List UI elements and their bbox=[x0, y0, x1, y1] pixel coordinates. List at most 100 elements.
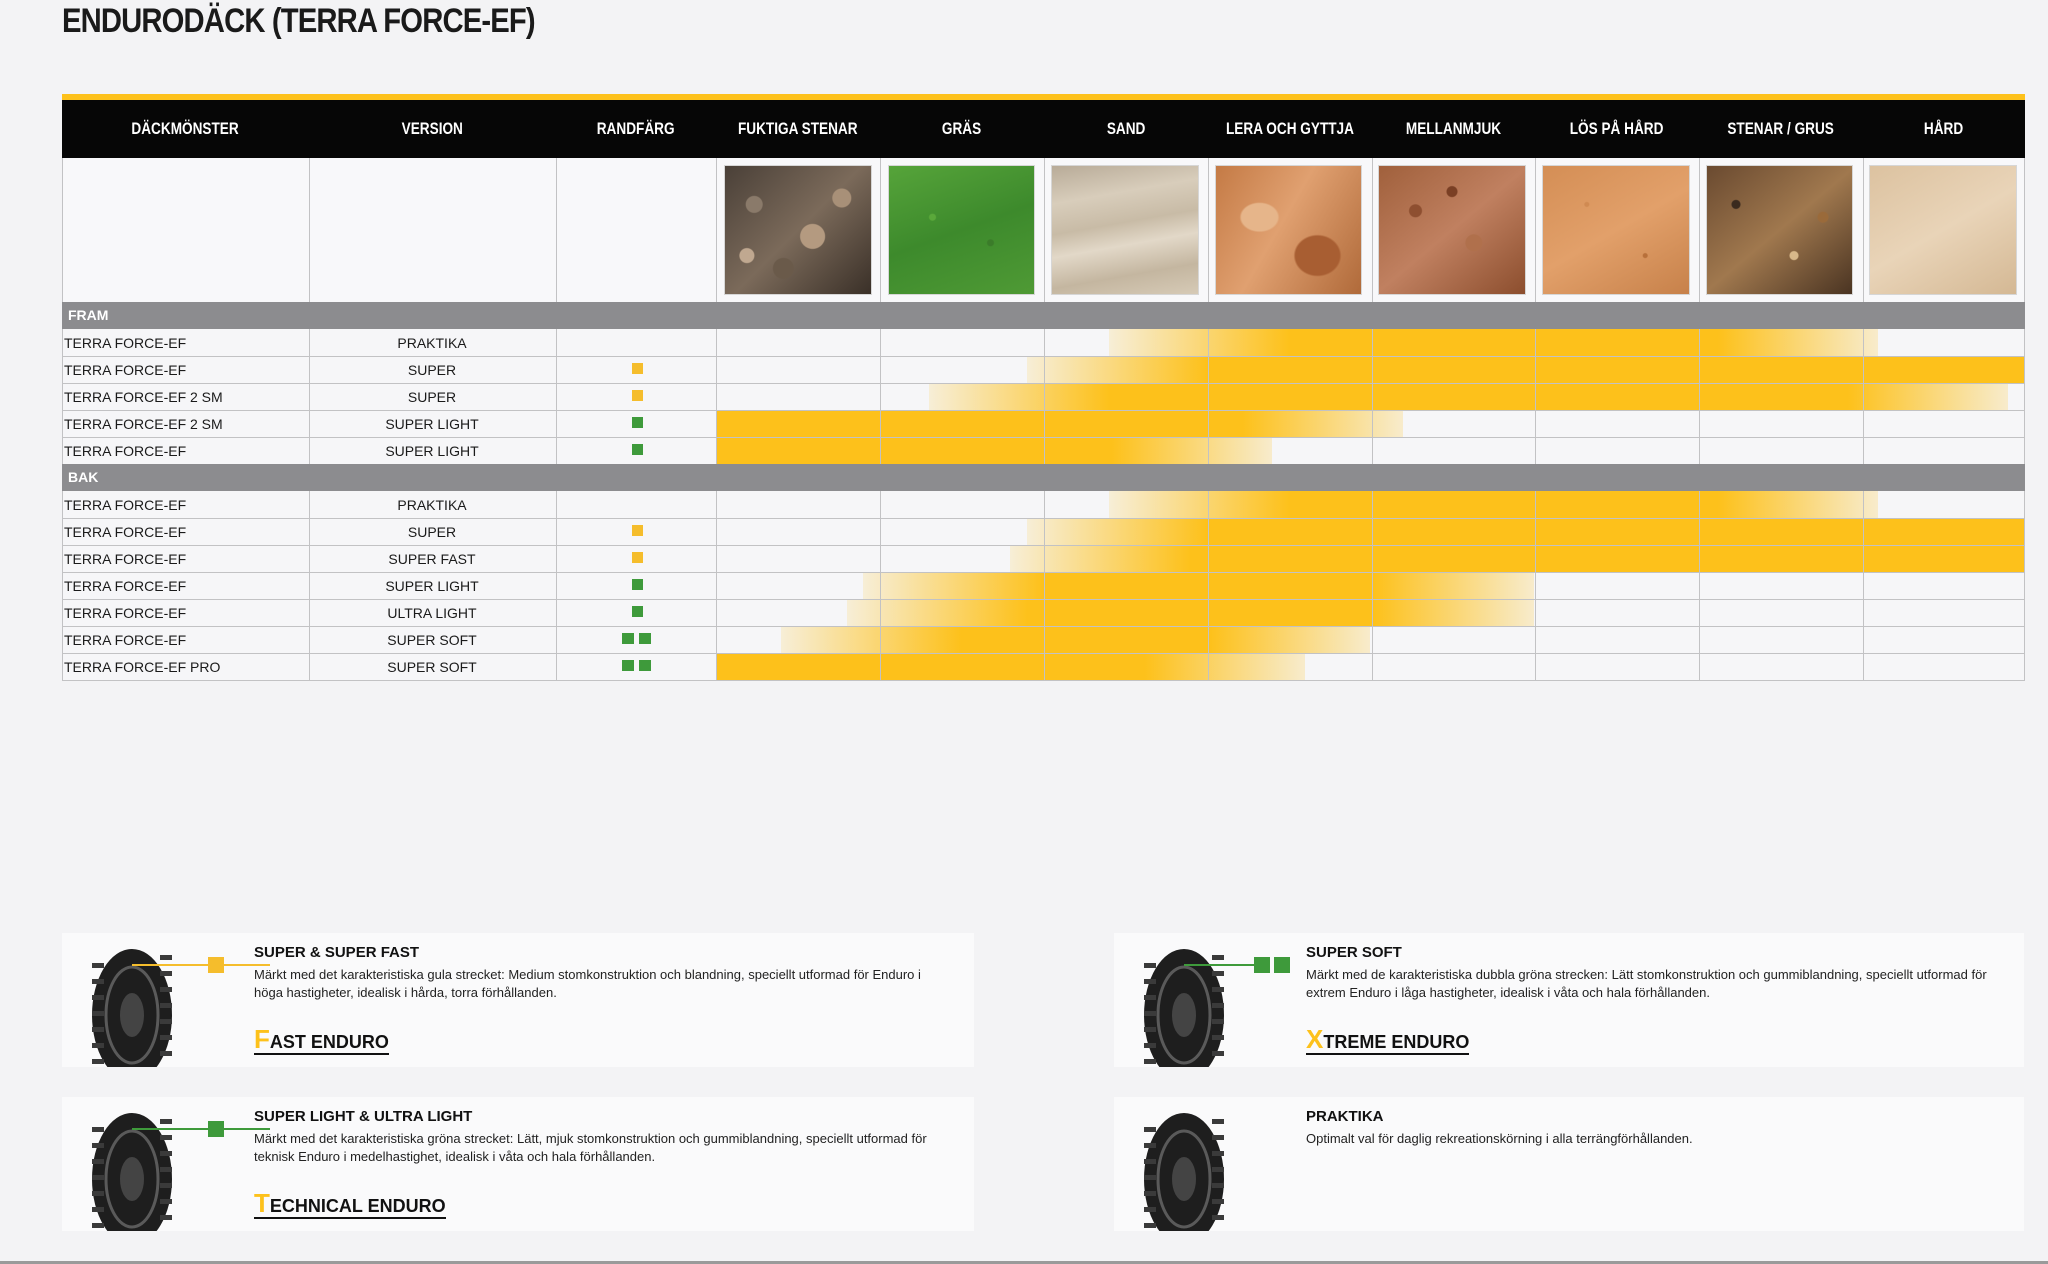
legend-category: FAST ENDURO bbox=[254, 1026, 389, 1055]
rim-color-marker-green bbox=[208, 1121, 224, 1137]
rim-color-marker-yellow bbox=[632, 525, 643, 536]
section-header-fram: FRAM bbox=[62, 302, 2025, 329]
row-tyre-name: TERRA FORCE-EF bbox=[64, 524, 187, 540]
legend-card-super-soft: SUPER SOFT Märkt med de karakteristiska d… bbox=[1114, 933, 2024, 1067]
rim-color-marker-green bbox=[632, 579, 643, 590]
medium-soft-soil-image bbox=[1378, 165, 1526, 295]
column-header-label: FUKTIGA STENAR bbox=[738, 119, 858, 138]
column-divider bbox=[1863, 329, 1864, 680]
rim-color-marker-yellow bbox=[632, 552, 643, 563]
column-header-label: SAND bbox=[1106, 119, 1146, 138]
column-divider bbox=[1372, 329, 1373, 680]
section-header-bak: BAK bbox=[62, 464, 2025, 491]
category-initial: T bbox=[254, 1188, 270, 1218]
column-header-label: HÅRD bbox=[1924, 119, 1964, 138]
category-label: TREME ENDURO bbox=[1323, 1032, 1470, 1052]
rim-color-marker-yellow bbox=[632, 363, 643, 374]
legend-title: SUPER & SUPER FAST bbox=[254, 944, 420, 961]
rim-line bbox=[132, 1128, 270, 1130]
column-divider bbox=[1535, 329, 1536, 680]
column-divider bbox=[62, 158, 63, 302]
legend-title: PRAKTIKA bbox=[1306, 1108, 1384, 1125]
wet-rocks-image bbox=[724, 165, 872, 295]
column-divider bbox=[716, 329, 717, 680]
column-header-5: SAND bbox=[1044, 100, 1208, 158]
column-divider bbox=[309, 158, 310, 302]
rim-color-marker-green bbox=[632, 606, 643, 617]
rim-color-marker-green bbox=[622, 660, 634, 671]
row-version: SUPER FAST bbox=[388, 551, 476, 567]
column-divider bbox=[880, 158, 881, 302]
legend-description: Märkt med det karakteristiska gula strec… bbox=[254, 967, 921, 1000]
legend-card-praktika: PRAKTIKA Optimalt val för daglig rekreati… bbox=[1114, 1097, 2024, 1231]
rim-color-marker-yellow bbox=[632, 390, 643, 401]
suitability-bar bbox=[716, 653, 1305, 680]
rim-line bbox=[132, 964, 270, 966]
suitability-bar bbox=[846, 599, 1534, 626]
suitability-bar bbox=[716, 410, 1404, 437]
row-version: PRAKTIKA bbox=[397, 497, 467, 513]
column-header-6: LERA OCH GYTTJA bbox=[1208, 100, 1372, 158]
row-version: SUPER bbox=[407, 362, 457, 378]
column-divider bbox=[716, 158, 717, 302]
category-initial: F bbox=[254, 1024, 270, 1054]
column-divider bbox=[880, 329, 881, 680]
row-version: SUPER LIGHT bbox=[385, 443, 479, 459]
rim-color-marker-green bbox=[632, 444, 643, 455]
tyre-icon bbox=[1138, 1109, 1230, 1231]
row-tyre-name: TERRA FORCE-EF bbox=[64, 551, 187, 567]
legend-category: TECHNICAL ENDURO bbox=[254, 1190, 446, 1219]
column-header-4: GRÄS bbox=[880, 100, 1044, 158]
column-divider bbox=[1699, 329, 1700, 680]
legend-title: SUPER LIGHT & ULTRA LIGHT bbox=[254, 1108, 473, 1125]
rim-color-marker-green bbox=[632, 417, 643, 428]
rim-color-marker-green bbox=[639, 660, 651, 671]
legend-title: SUPER SOFT bbox=[1306, 944, 1402, 961]
rim-color-marker-green bbox=[622, 633, 634, 644]
row-version: SUPER LIGHT bbox=[385, 416, 479, 432]
row-tyre-name: TERRA FORCE-EF bbox=[64, 362, 187, 378]
column-divider bbox=[1863, 158, 1864, 302]
mud-and-clay-image bbox=[1214, 165, 1363, 295]
loose-on-hard-image bbox=[1542, 165, 1690, 295]
column-header-7: MELLANMJUK bbox=[1372, 100, 1535, 158]
column-divider bbox=[1535, 158, 1536, 302]
column-header-label: GRÄS bbox=[942, 119, 982, 138]
legend-description: Märkt med de karakteristiska dubbla grön… bbox=[1306, 967, 1987, 1000]
rocks-gravel-image bbox=[1705, 165, 1854, 295]
suitability-bar bbox=[716, 437, 1273, 464]
row-tyre-name: TERRA FORCE-EF bbox=[64, 443, 187, 459]
column-divider bbox=[2024, 329, 2025, 680]
column-header-label: RANDFÄRG bbox=[597, 119, 675, 138]
row-tyre-name: TERRA FORCE-EF 2 SM bbox=[64, 389, 223, 405]
category-initial: X bbox=[1306, 1024, 1324, 1054]
column-divider bbox=[1699, 158, 1700, 302]
row-tyre-name: TERRA FORCE-EF bbox=[64, 578, 187, 594]
suitability-bar bbox=[1108, 491, 1878, 518]
column-header-label: LÖS PÅ HÅRD bbox=[1570, 119, 1664, 138]
legend-category: XTREME ENDURO bbox=[1306, 1026, 1470, 1055]
suitability-bar bbox=[1108, 329, 1878, 356]
row-version: SUPER SOFT bbox=[387, 659, 477, 675]
column-divider bbox=[309, 329, 310, 680]
row-divider bbox=[62, 680, 2025, 681]
rim-color-marker-green bbox=[1254, 957, 1270, 973]
row-tyre-name: TERRA FORCE-EF bbox=[64, 632, 187, 648]
row-version: ULTRA LIGHT bbox=[387, 605, 477, 621]
row-tyre-name: TERRA FORCE-EF bbox=[64, 497, 187, 513]
suitability-bar bbox=[781, 626, 1371, 653]
column-header-9: STENAR / GRUS bbox=[1699, 100, 1863, 158]
column-divider bbox=[1208, 329, 1209, 680]
row-tyre-name: TERRA FORCE-EF 2 SM bbox=[64, 416, 223, 432]
suitability-bar bbox=[1026, 518, 2025, 545]
rim-color-marker-green bbox=[639, 633, 651, 644]
suitability-bar bbox=[863, 572, 1534, 599]
column-header-8: LÖS PÅ HÅRD bbox=[1535, 100, 1699, 158]
column-header-label: LERA OCH GYTTJA bbox=[1226, 119, 1354, 138]
suitability-bar bbox=[1010, 545, 2025, 572]
rim-color-marker-yellow bbox=[208, 957, 224, 973]
legend-description: Optimalt val för daglig rekreationskörni… bbox=[1306, 1131, 1693, 1146]
column-divider bbox=[1044, 158, 1045, 302]
row-tyre-name: TERRA FORCE-EF bbox=[64, 335, 187, 351]
column-header-10: HÅRD bbox=[1863, 100, 2025, 158]
